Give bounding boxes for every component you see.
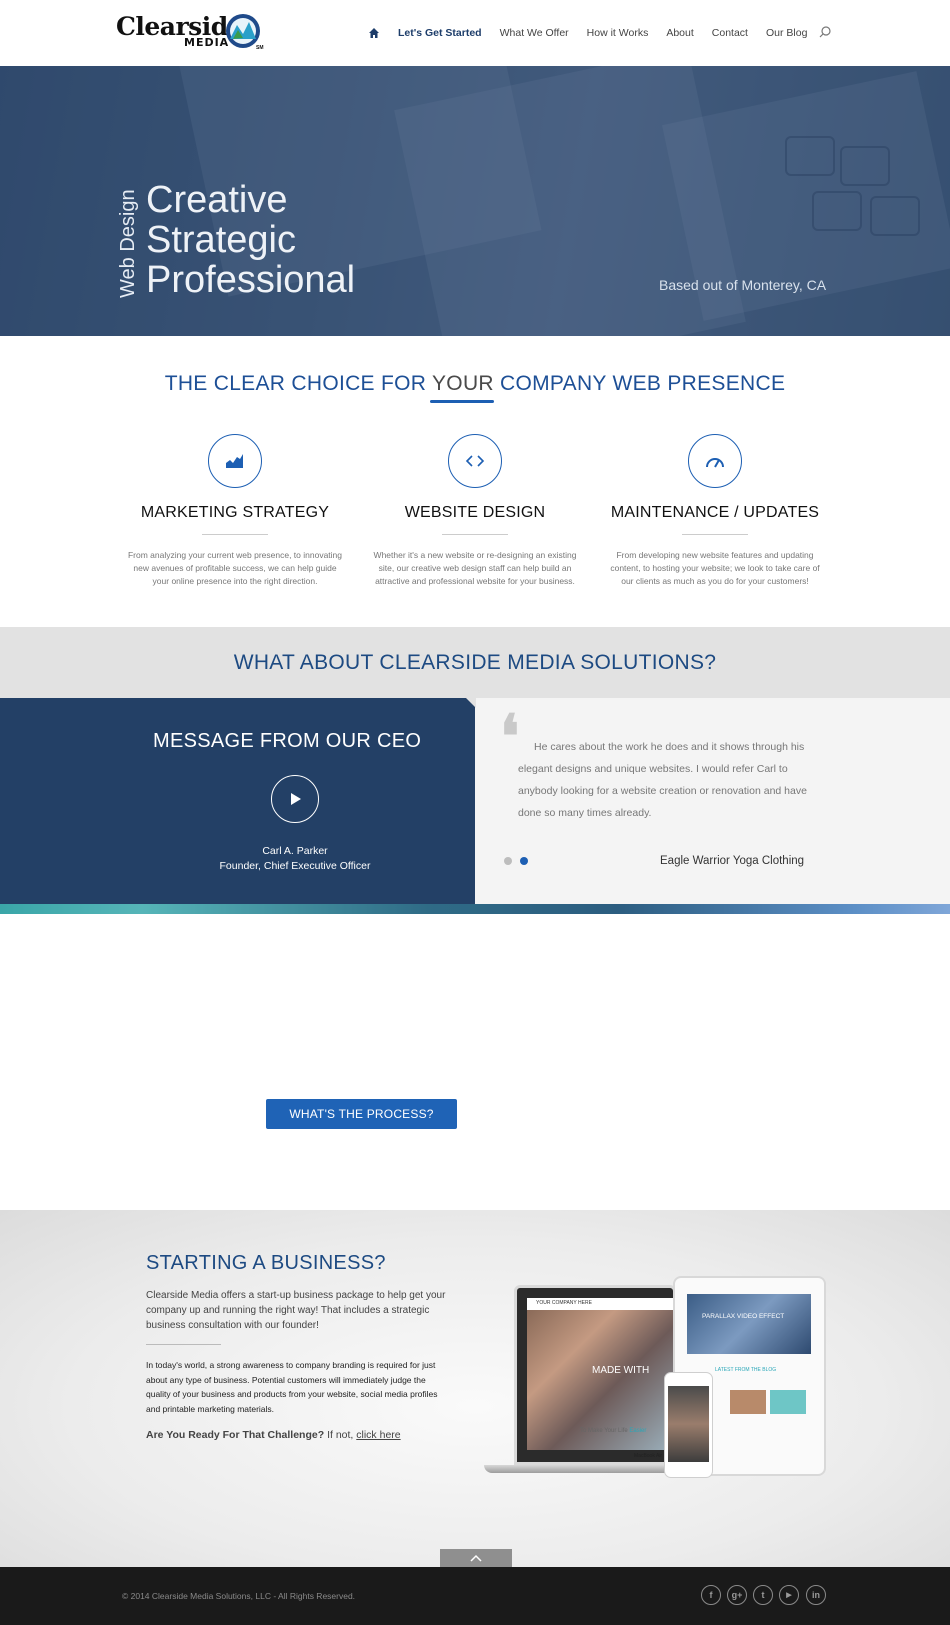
feature-title: MAINTENANCE / UPDATES [610, 504, 820, 521]
business-cta: Are You Ready For That Challenge? If not… [146, 1429, 401, 1441]
tablet-blog-tile [730, 1390, 766, 1414]
hero-headline: Creative Strategic Professional [146, 180, 355, 300]
tablet-caption: PARALLAX VIDEO EFFECT [702, 1313, 785, 1320]
laptop-tagline-text: To Make Your Life [580, 1428, 630, 1434]
feature-maintenance: MAINTENANCE / UPDATES From developing ne… [595, 434, 835, 588]
linkedin-icon[interactable]: in [806, 1585, 826, 1605]
quote-icon: ❛ [500, 702, 520, 772]
gauge-icon [688, 434, 742, 488]
laptop-base [484, 1465, 684, 1473]
about-heading: WHAT ABOUT CLEARSIDE MEDIA SOLUTIONS? [233, 651, 717, 674]
business-body: In today's world, a strong awareness to … [146, 1360, 438, 1414]
home-icon[interactable] [368, 27, 380, 39]
play-video-button[interactable] [271, 775, 319, 823]
laptop-brand: MacBook Air [634, 1453, 663, 1459]
search-icon[interactable] [818, 25, 832, 39]
hero-banner [0, 66, 950, 336]
copyright: © 2014 Clearside Media Solutions, LLC - … [122, 1591, 356, 1601]
nav-our-blog[interactable]: Our Blog [766, 27, 807, 39]
slider-dot-active[interactable] [520, 857, 528, 865]
site-header: Clearside MEDIA SM Let's Get Started Wha… [0, 0, 950, 66]
panel-notch [466, 698, 476, 708]
tablet-blog-heading: LATEST FROM THE BLOG [715, 1367, 777, 1373]
twitter-icon[interactable]: t [753, 1585, 773, 1605]
choice-heading-emphasis: YOUR [432, 372, 494, 395]
cta-question: Are You Ready For That Challenge? [146, 1429, 325, 1441]
phone-screen [668, 1386, 709, 1462]
laptop-caption: MADE WITH [592, 1365, 650, 1376]
chevron-up-icon [470, 1554, 482, 1562]
ceo-heading: MESSAGE FROM OUR CEO [153, 730, 422, 752]
hero-location: Based out of Monterey, CA [659, 277, 827, 293]
feature-divider [682, 534, 748, 535]
hero-vertical-label: Web Design [117, 189, 139, 298]
slider-dot[interactable] [504, 857, 512, 865]
feature-text: From analyzing your current web presence… [127, 550, 343, 586]
youtube-icon[interactable]: ▶ [779, 1585, 799, 1605]
chart-icon [208, 434, 262, 488]
testimonial-text: He cares about the work he does and it s… [518, 741, 807, 819]
hero-overlay [0, 66, 950, 336]
feature-title: MARKETING STRATEGY [140, 504, 330, 521]
logo-subtext: MEDIA [184, 36, 230, 49]
whats-the-process-button[interactable]: WHAT'S THE PROCESS? [266, 1099, 457, 1129]
laptop-tagline: To Make Your Life Easier [580, 1428, 646, 1434]
feature-title: WEBSITE DESIGN [404, 504, 546, 521]
business-divider [146, 1344, 221, 1345]
gradient-divider [0, 904, 950, 914]
laptop-tagline-emphasis: Easier [629, 1428, 647, 1434]
code-icon [448, 434, 502, 488]
click-here-link[interactable]: click here [356, 1429, 400, 1441]
main-nav: Let's Get Started What We Offer How it W… [368, 24, 825, 42]
tablet-hero-image [687, 1294, 811, 1354]
nav-about[interactable]: About [666, 27, 693, 39]
choice-heading-part: COMPANY WEB PRESENCE [493, 372, 786, 395]
hero-word: Professional [146, 259, 356, 301]
facebook-icon[interactable]: f [701, 1585, 721, 1605]
testimonial-client: Eagle Warrior Yoga Clothing [660, 855, 805, 867]
feature-marketing: MARKETING STRATEGY From analyzing your c… [115, 434, 355, 588]
feature-text: From developing new website features and… [610, 550, 820, 586]
feature-divider [202, 534, 268, 535]
choice-heading-part: THE CLEAR CHOICE FOR [164, 372, 432, 395]
business-heading: STARTING A BUSINESS? [146, 1252, 386, 1274]
logo[interactable]: Clearside MEDIA SM [116, 12, 266, 54]
nav-contact[interactable]: Contact [712, 27, 748, 39]
choice-heading: THE CLEAR CHOICE FOR YOUR COMPANY WEB PR… [0, 372, 950, 396]
heading-underline [430, 400, 494, 403]
tablet-blog-tile [770, 1390, 806, 1414]
laptop-site-header: YOUR COMPANY HERE [536, 1300, 592, 1306]
scroll-to-top-button[interactable] [440, 1549, 512, 1567]
cta-text: If not, [324, 1429, 357, 1441]
logo-service-mark: SM [256, 45, 264, 51]
play-icon [291, 793, 301, 805]
nav-how-it-works[interactable]: How it Works [587, 27, 649, 39]
feature-website-design: WEBSITE DESIGN Whether it's a new websit… [355, 434, 595, 588]
feature-divider [442, 534, 508, 535]
feature-text: Whether it's a new website or re-designi… [373, 550, 577, 586]
google-plus-icon[interactable]: g+ [727, 1585, 747, 1605]
business-lead: Clearside Media offers a start-up busine… [146, 1290, 446, 1331]
nav-what-we-offer[interactable]: What We Offer [500, 27, 569, 39]
nav-lets-get-started[interactable]: Let's Get Started [398, 27, 482, 39]
hero-word: Creative [146, 179, 288, 221]
hero-word: Strategic [146, 219, 296, 261]
